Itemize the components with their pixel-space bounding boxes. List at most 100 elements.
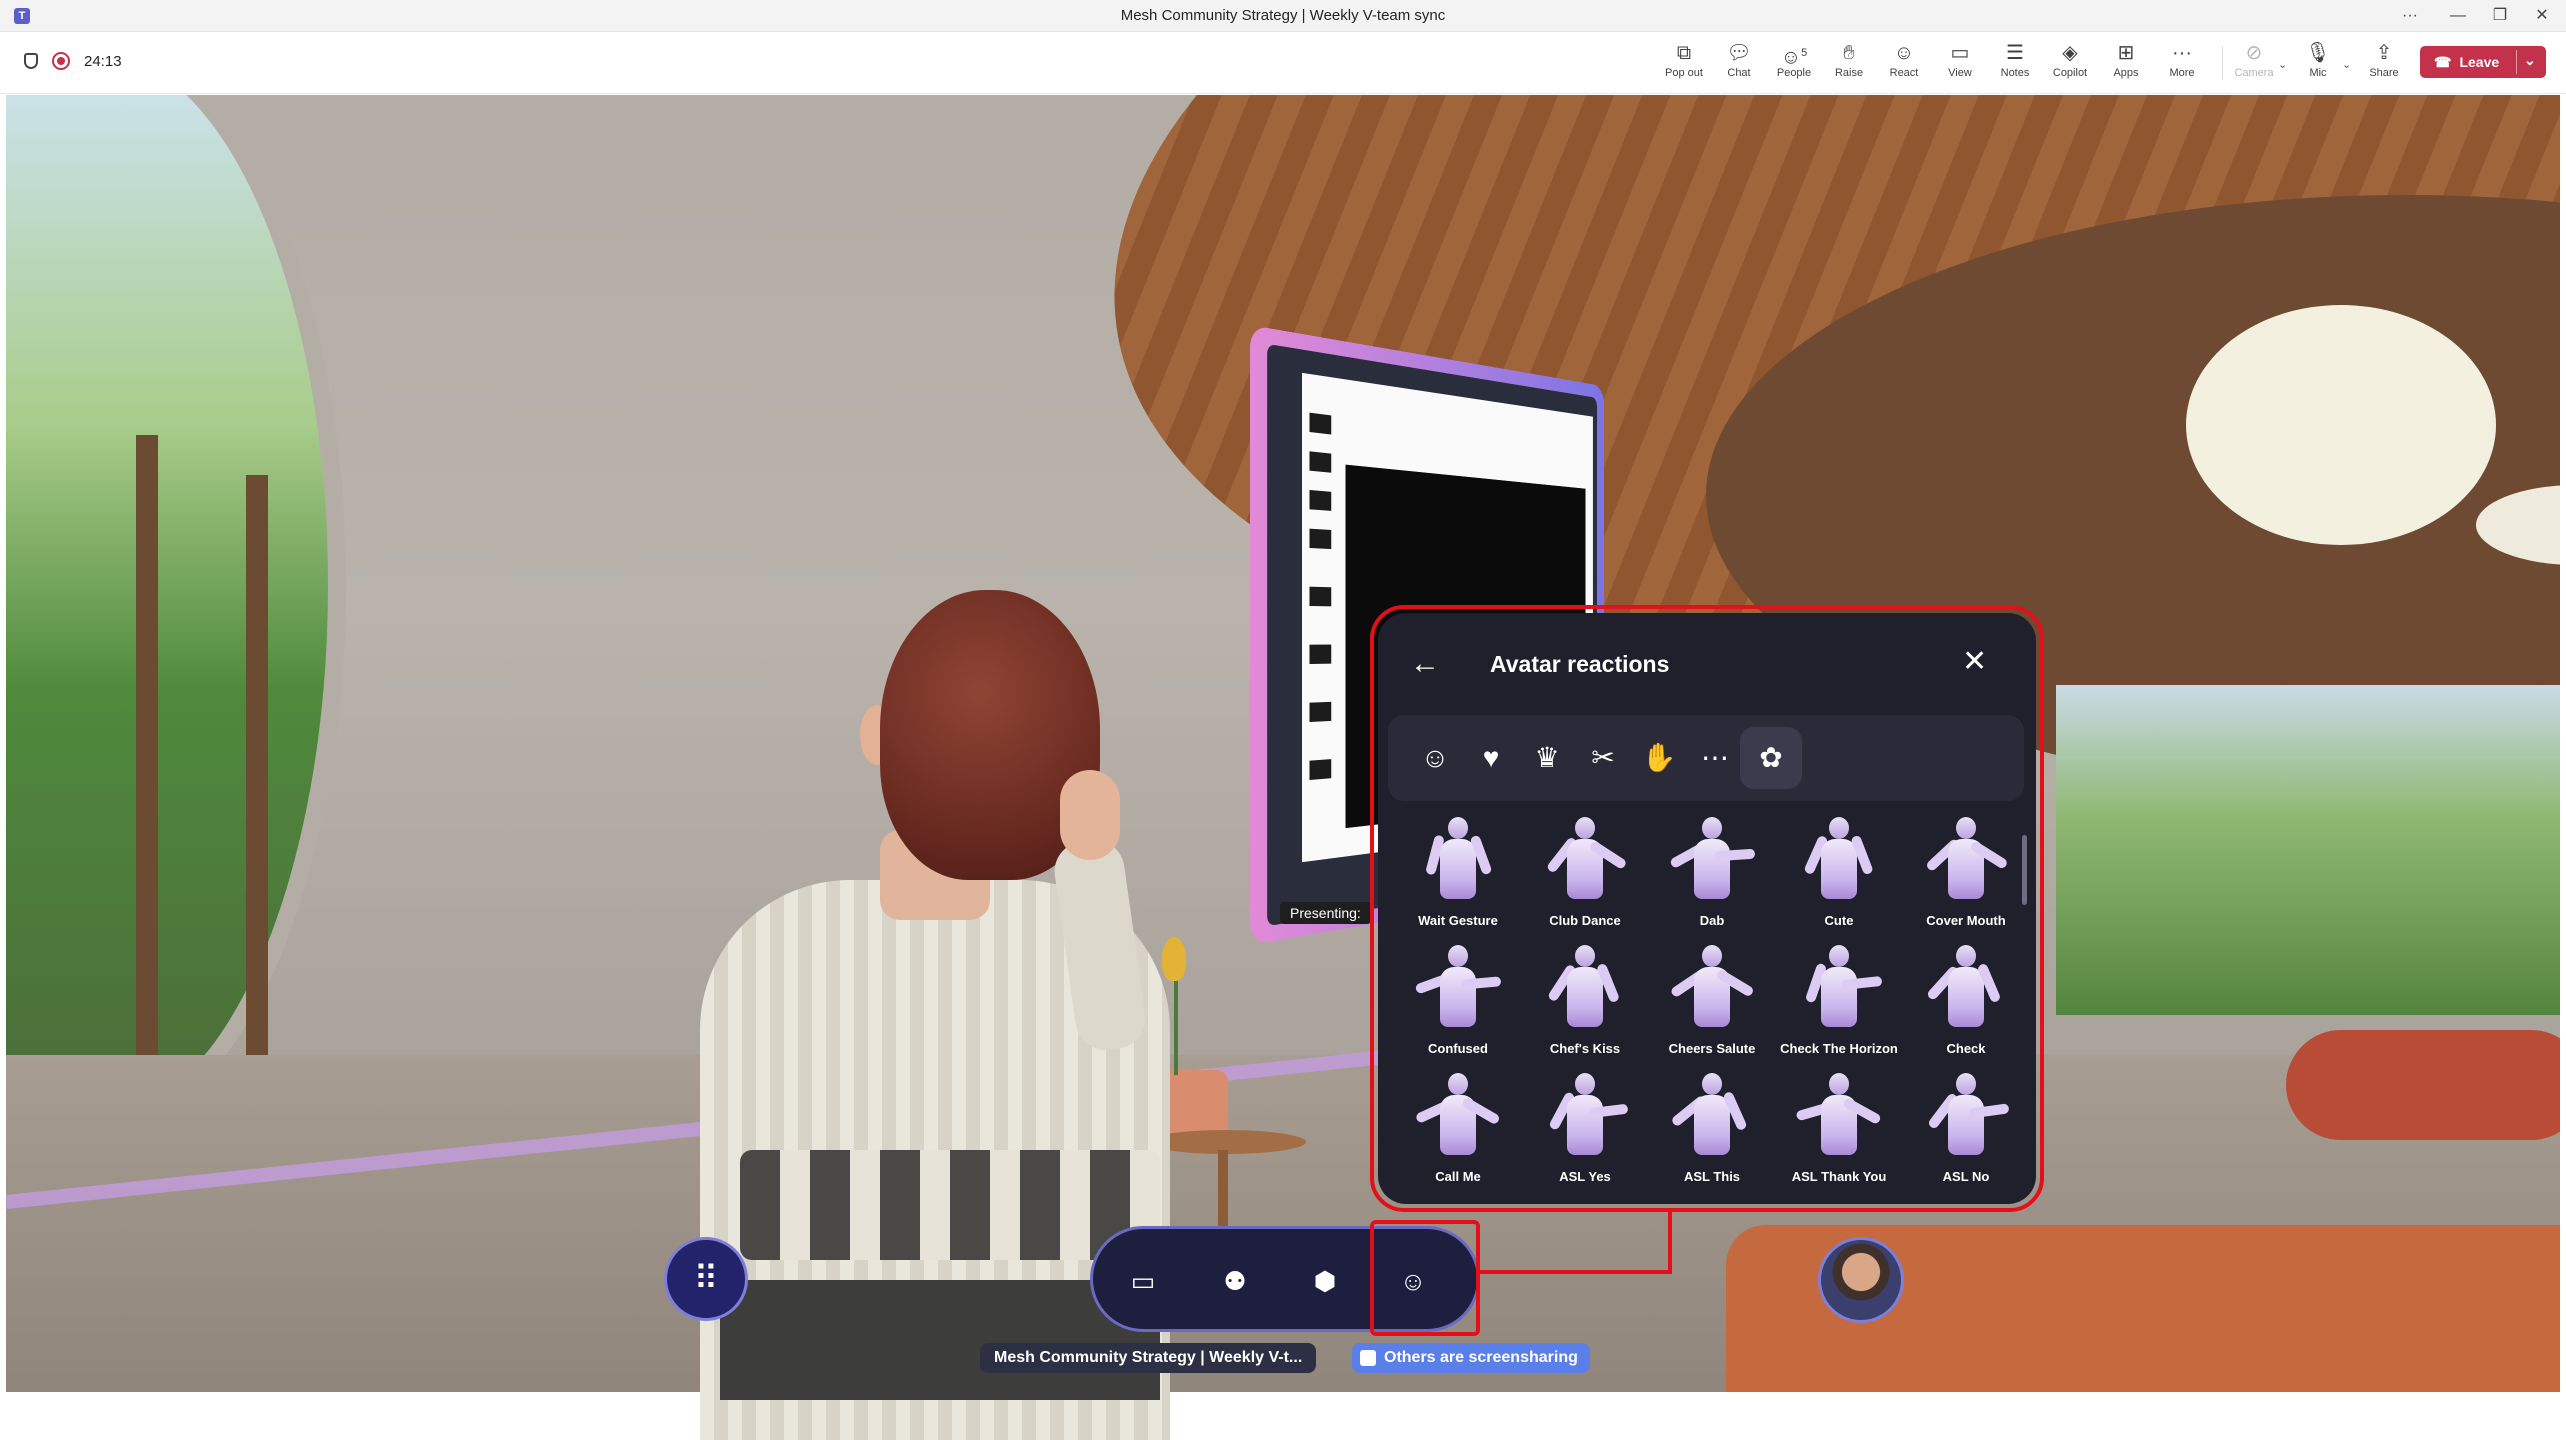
figure-head (1575, 817, 1595, 839)
reaction-check-the-horizon[interactable]: Check The Horizon (1779, 941, 1899, 1066)
figure-head (1829, 817, 1849, 839)
reaction-asl-thank-you[interactable]: ASL Thank You (1779, 1069, 1899, 1194)
hand-icon[interactable]: ✋ (1628, 727, 1690, 789)
maximize-button[interactable]: ❐ (2480, 4, 2520, 28)
arrow-left-icon[interactable]: ← (1410, 649, 1440, 679)
reaction-avatar-figure (1414, 945, 1502, 1031)
highlight-connector (1668, 1208, 1672, 1274)
reaction-avatar-figure (1414, 1073, 1501, 1159)
people-button[interactable]: ☺5 People (1768, 40, 1820, 86)
panel-scrollbar[interactable] (2022, 835, 2027, 905)
people-icon: ☺5 (1780, 46, 1808, 69)
figure-head (1956, 945, 1976, 967)
reaction-label: ASL This (1683, 1169, 1741, 1184)
recording-icon (52, 52, 70, 70)
raise-hand-button[interactable]: ✋︎ Raise (1823, 40, 1875, 86)
reaction-label: Cheers Salute (1668, 1041, 1756, 1056)
more-button[interactable]: ··· More (2156, 40, 2208, 86)
reaction-avatar-figure (1925, 945, 2002, 1031)
minimize-button[interactable]: — (2438, 4, 2478, 28)
figure-head (1448, 817, 1468, 839)
spatial-view-button[interactable]: ⬢ (1295, 1251, 1355, 1311)
reaction-chef-s-kiss[interactable]: Chef's Kiss (1525, 941, 1645, 1066)
copilot-button[interactable]: ◈ Copilot (2044, 40, 2096, 86)
pop-out-button[interactable]: ⧉ Pop out (1658, 40, 1710, 86)
camera-options-chevron-icon[interactable]: ⌄ (2278, 58, 2287, 71)
slide-thumbnail (1309, 586, 1332, 607)
reaction-asl-yes[interactable]: ASL Yes (1525, 1069, 1645, 1194)
camera-button[interactable]: ⊘ Camera (2228, 40, 2280, 86)
sign-language-icon[interactable]: ✿ (1740, 727, 1802, 789)
reaction-label: Chef's Kiss (1549, 1041, 1621, 1056)
screensharing-pill[interactable]: Others are screensharing (1352, 1343, 1590, 1373)
slide-thumbnail (1309, 644, 1332, 665)
figure-head (1448, 1073, 1468, 1095)
avatar-hand (1060, 770, 1120, 860)
reaction-dab[interactable]: Dab (1652, 813, 1772, 938)
chat-button[interactable]: 💬︎ Chat (1713, 40, 1765, 86)
reaction-club-dance[interactable]: Club Dance (1525, 813, 1645, 938)
figure-body (1948, 1095, 1984, 1155)
mesh-menu-button[interactable]: ⠿ (664, 1237, 748, 1321)
apps-button[interactable]: ⊞ Apps (2100, 40, 2152, 86)
smiley-icon[interactable]: ☺ (1404, 727, 1466, 789)
reaction-avatar-figure (1545, 817, 1628, 903)
figure-head (1702, 817, 1722, 839)
dance-icon[interactable]: ♥ (1460, 727, 1522, 789)
ceiling-lamp (2186, 305, 2496, 545)
figure-head (1575, 945, 1595, 967)
more-circle-icon[interactable]: ⋯ (1684, 727, 1746, 789)
reaction-label: Confused (1428, 1041, 1488, 1056)
reaction-wait-gesture[interactable]: Wait Gesture (1398, 813, 1518, 938)
shield-icon (24, 53, 38, 69)
screen-view-button[interactable]: ▭ (1113, 1251, 1173, 1311)
figure-body (1948, 967, 1984, 1027)
mic-button[interactable]: 🎙︎ Mic (2292, 40, 2344, 86)
close-window-button[interactable]: ✕ (2522, 4, 2562, 28)
reaction-label: Check (1946, 1041, 1986, 1056)
reaction-call-me[interactable]: Call Me (1398, 1069, 1518, 1194)
self-avatar-button[interactable] (1818, 1237, 1904, 1323)
gesture-icon[interactable]: ✂ (1572, 727, 1634, 789)
reaction-avatar-figure (1670, 1073, 1748, 1159)
react-button[interactable]: ☺ React (1878, 40, 1930, 86)
view-icon: ▭ (1950, 42, 1970, 64)
slide-thumbnail (1309, 701, 1332, 723)
leave-button[interactable]: ☎ Leave ⌄ (2420, 46, 2546, 78)
reaction-asl-this[interactable]: ASL This (1652, 1069, 1772, 1194)
figure-body (1821, 839, 1857, 899)
reaction-confused[interactable]: Confused (1398, 941, 1518, 1066)
avatar-sweater-pattern (740, 1150, 1160, 1260)
meeting-name-pill: Mesh Community Strategy | Weekly V-t... (980, 1343, 1317, 1373)
mic-options-chevron-icon[interactable]: ⌄ (2342, 58, 2351, 71)
reaction-cheers-salute[interactable]: Cheers Salute (1652, 941, 1772, 1066)
notes-button[interactable]: ☰ Notes (1989, 40, 2041, 86)
reaction-label: Call Me (1435, 1169, 1481, 1184)
cube-icon: ⬢ (1313, 1266, 1337, 1296)
forest-window-left (6, 95, 346, 1135)
reaction-cute[interactable]: Cute (1779, 813, 1899, 938)
people-count: 5 (1801, 47, 1808, 59)
figure-body (1440, 967, 1476, 1027)
tree-trunk (136, 435, 158, 1085)
reaction-check[interactable]: Check (1906, 941, 2026, 1066)
forest-window-right (2056, 685, 2560, 1015)
slide-thumbnail (1309, 489, 1332, 511)
presenting-label: Presenting: (1280, 902, 1371, 924)
close-icon[interactable]: ✕ (1962, 647, 1987, 677)
chat-icon: 💬︎ (1726, 42, 1752, 64)
avatar-reactions-panel: ← Avatar reactions ✕ ☺ ♥ ♛ ✂ ✋ ⋯ ✿ Wait … (1378, 613, 2036, 1204)
seating-button[interactable]: ⚉ (1205, 1251, 1265, 1311)
share-button[interactable]: ⇪ Share (2358, 40, 2410, 86)
window-title-bar: T Mesh Community Strategy | Weekly V-tea… (0, 0, 2566, 32)
figure-head (1956, 1073, 1976, 1095)
reaction-cover-mouth[interactable]: Cover Mouth (1906, 813, 2026, 938)
figure-body (1567, 1095, 1603, 1155)
view-button[interactable]: ▭ View (1934, 40, 1986, 86)
window-more-button[interactable]: ··· (2390, 4, 2430, 28)
reaction-asl-no[interactable]: ASL No (1906, 1069, 2026, 1194)
trophy-icon[interactable]: ♛ (1516, 727, 1578, 789)
screenshare-icon (1360, 1350, 1376, 1366)
reaction-label: Check The Horizon (1780, 1041, 1898, 1056)
leave-options-chevron-icon[interactable]: ⌄ (2524, 52, 2536, 69)
